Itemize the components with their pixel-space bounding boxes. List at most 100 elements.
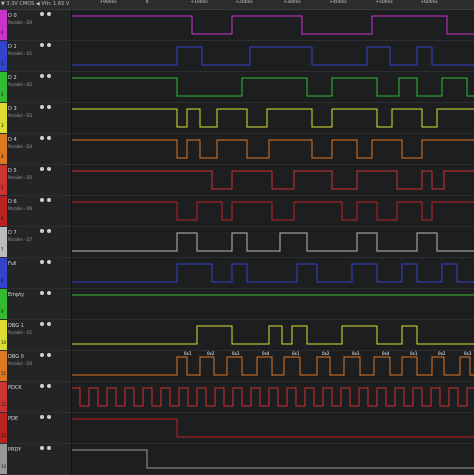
time-label: +400ns bbox=[329, 0, 347, 5]
gear-icon[interactable] bbox=[40, 291, 44, 295]
waveform-trace bbox=[72, 418, 474, 438]
channel-row[interactable]: 4 D 4 Parallel - D4 bbox=[0, 134, 474, 165]
gear-icon[interactable] bbox=[40, 260, 44, 264]
channel-number: 4 bbox=[1, 154, 4, 159]
decode-label: 0x4 bbox=[382, 351, 390, 356]
channel-label[interactable]: 7 D 7 Parallel - D7 bbox=[0, 227, 72, 257]
settings-icon[interactable] bbox=[47, 229, 51, 233]
settings-icon[interactable] bbox=[47, 198, 51, 202]
settings-icon[interactable] bbox=[47, 446, 51, 450]
gear-icon[interactable] bbox=[40, 167, 44, 171]
gear-icon[interactable] bbox=[40, 446, 44, 450]
settings-icon[interactable] bbox=[47, 74, 51, 78]
channel-row[interactable]: 2 D 2 Parallel - D2 bbox=[0, 72, 474, 103]
channel-analyzer-label: Parallel - D0 bbox=[8, 361, 33, 366]
channel-color-swatch: 7 bbox=[0, 227, 7, 257]
channel-label[interactable]: 6 D 6 Parallel - D6 bbox=[0, 196, 72, 226]
channel-label[interactable]: 3 D 3 Parallel - D3 bbox=[0, 103, 72, 133]
gear-icon[interactable] bbox=[40, 322, 44, 326]
waveform-plot[interactable] bbox=[72, 289, 474, 319]
channel-row[interactable]: 14 PRDY bbox=[0, 444, 474, 475]
waveform-plot[interactable] bbox=[72, 227, 474, 257]
channel-row[interactable]: 13 PDE bbox=[0, 413, 474, 444]
channel-label[interactable]: 1 D 1 Parallel - D1 bbox=[0, 41, 72, 71]
channel-row[interactable]: 12 PDCK bbox=[0, 382, 474, 413]
channel-number: 11 bbox=[1, 371, 7, 376]
decode-label: 0x2 bbox=[207, 351, 215, 356]
channel-label[interactable]: 2 D 2 Parallel - D2 bbox=[0, 72, 72, 102]
settings-icon[interactable] bbox=[47, 260, 51, 264]
channel-label[interactable]: 9 Empty bbox=[0, 289, 72, 319]
waveform-plot[interactable]: 0x1 0x2 0x3 0x4 0x1 0x2 0x3 0x4 0x1 0x2 0x3 bbox=[72, 351, 474, 381]
channel-label[interactable]: 11 DBG 0 Parallel - D0 bbox=[0, 351, 72, 381]
channel-row[interactable]: 10 DBG 1 Parallel - D1 bbox=[0, 320, 474, 351]
waveform-trace bbox=[72, 139, 474, 159]
channel-label[interactable]: 0 D 0 Parallel - D0 bbox=[0, 10, 72, 40]
channel-color-swatch: 10 bbox=[0, 320, 7, 350]
settings-icon[interactable] bbox=[47, 384, 51, 388]
channel-analyzer-label: Parallel - D5 bbox=[8, 175, 33, 180]
settings-icon[interactable] bbox=[47, 322, 51, 326]
settings-icon[interactable] bbox=[47, 167, 51, 171]
channel-row[interactable]: 3 D 3 Parallel - D3 bbox=[0, 103, 474, 134]
channel-row[interactable]: 9 Empty bbox=[0, 289, 474, 320]
gear-icon[interactable] bbox=[40, 353, 44, 357]
decode-label: 0x2 bbox=[322, 351, 330, 356]
waveform-plot[interactable] bbox=[72, 258, 474, 288]
gear-icon[interactable] bbox=[40, 74, 44, 78]
settings-icon[interactable] bbox=[47, 136, 51, 140]
waveform-plot[interactable] bbox=[72, 134, 474, 164]
channel-name: D 5 bbox=[8, 168, 17, 174]
waveform-plot[interactable] bbox=[72, 413, 474, 443]
gear-icon[interactable] bbox=[40, 198, 44, 202]
channel-label[interactable]: 13 PDE bbox=[0, 413, 72, 443]
time-axis[interactable]: +900ns 0 +100ns +200ns +300ns +400ns +500ns +60… bbox=[72, 0, 474, 9]
channel-row[interactable]: 6 D 6 Parallel - D6 bbox=[0, 196, 474, 227]
channel-row[interactable]: 1 D 1 Parallel - D1 bbox=[0, 41, 474, 72]
settings-icon[interactable] bbox=[47, 43, 51, 47]
channel-number: 2 bbox=[1, 92, 4, 97]
gear-icon[interactable] bbox=[40, 384, 44, 388]
channel-row[interactable]: 0 D 0 Parallel - D0 bbox=[0, 10, 474, 41]
waveform-plot[interactable] bbox=[72, 320, 474, 350]
channel-number: 5 bbox=[1, 185, 4, 190]
waveform-plot[interactable] bbox=[72, 72, 474, 102]
channel-label[interactable]: 5 D 5 Parallel - D5 bbox=[0, 165, 72, 195]
waveform-plot[interactable] bbox=[72, 165, 474, 195]
time-label: +100ns bbox=[190, 0, 208, 5]
gear-icon[interactable] bbox=[40, 43, 44, 47]
voltage-threshold-label[interactable]: ▼ 3.3V CMOS ◀ Vth: 1.65 V bbox=[1, 0, 69, 9]
channel-analyzer-label: Parallel - D1 bbox=[8, 330, 33, 335]
waveform-trace bbox=[72, 170, 474, 190]
settings-icon[interactable] bbox=[47, 353, 51, 357]
channel-row[interactable]: 8 Full bbox=[0, 258, 474, 289]
gear-icon[interactable] bbox=[40, 229, 44, 233]
channel-label[interactable]: 8 Full bbox=[0, 258, 72, 288]
channel-number: 3 bbox=[1, 123, 4, 128]
waveform-trace bbox=[72, 15, 474, 35]
gear-icon[interactable] bbox=[40, 105, 44, 109]
time-label: +300ns bbox=[283, 0, 301, 5]
gear-icon[interactable] bbox=[40, 415, 44, 419]
channel-row[interactable]: 11 DBG 0 Parallel - D0 0x1 0x2 0x3 0x4 0x1 0x2 0x… bbox=[0, 351, 474, 382]
settings-icon[interactable] bbox=[47, 105, 51, 109]
waveform-plot[interactable] bbox=[72, 10, 474, 40]
settings-icon[interactable] bbox=[47, 12, 51, 16]
channel-name: D 6 bbox=[8, 199, 17, 205]
channel-row[interactable]: 5 D 5 Parallel - D5 bbox=[0, 165, 474, 196]
channel-label[interactable]: 4 D 4 Parallel - D4 bbox=[0, 134, 72, 164]
channel-label[interactable]: 10 DBG 1 Parallel - D1 bbox=[0, 320, 72, 350]
waveform-plot[interactable] bbox=[72, 196, 474, 226]
settings-icon[interactable] bbox=[47, 291, 51, 295]
waveform-plot[interactable] bbox=[72, 41, 474, 71]
channel-label[interactable]: 12 PDCK bbox=[0, 382, 72, 412]
waveform-plot[interactable] bbox=[72, 382, 474, 412]
channel-number: 12 bbox=[1, 402, 7, 407]
time-label: +900ns bbox=[99, 0, 117, 5]
waveform-trace bbox=[72, 108, 474, 128]
settings-icon[interactable] bbox=[47, 415, 51, 419]
channel-row[interactable]: 7 D 7 Parallel - D7 bbox=[0, 227, 474, 258]
gear-icon[interactable] bbox=[40, 12, 44, 16]
gear-icon[interactable] bbox=[40, 136, 44, 140]
waveform-plot[interactable] bbox=[72, 103, 474, 133]
